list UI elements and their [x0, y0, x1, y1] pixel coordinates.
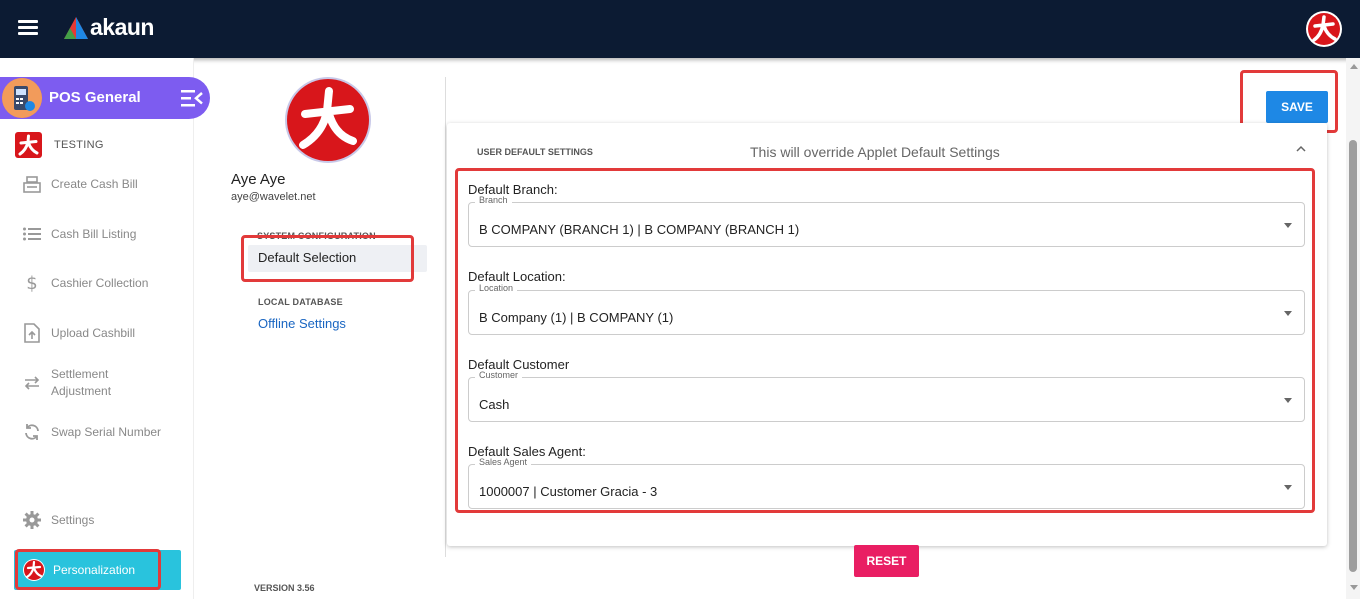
field-legend: Customer	[475, 370, 523, 380]
reset-button[interactable]: RESET	[854, 545, 919, 577]
card-subtitle: This will override Applet Default Settin…	[750, 144, 1000, 160]
card-title: USER DEFAULT SETTINGS	[477, 147, 593, 157]
field-value: 1000007 | Customer Gracia - 3	[479, 484, 658, 499]
user-avatar-icon[interactable]	[1306, 11, 1342, 47]
location-select[interactable]: Location B Company (1) | B COMPANY (1)	[468, 283, 1305, 335]
sidebar-item-label: Cash Bill Listing	[51, 227, 137, 241]
tenant-label: TESTING	[54, 139, 104, 151]
sidebar-item-cashier-collection[interactable]: $ Cashier Collection	[22, 272, 149, 294]
sync-icon	[22, 422, 42, 442]
field-value: B COMPANY (BRANCH 1) | B COMPANY (BRANCH…	[479, 222, 800, 237]
field-legend: Branch	[475, 195, 512, 205]
section-label-system-configuration: SYSTEM CONFIGURATION	[257, 231, 376, 241]
dropdown-arrow-icon	[1284, 398, 1292, 403]
profile-avatar[interactable]	[285, 77, 371, 163]
field-legend: Location	[475, 283, 518, 293]
brand-name: akaun	[90, 14, 154, 40]
scroll-down-icon[interactable]	[1350, 585, 1358, 590]
brand-logo[interactable]: akaun	[64, 14, 154, 41]
sidebar: POS General TESTING Create Cash Bill Cas…	[0, 58, 210, 599]
customer-select[interactable]: Customer Cash	[468, 370, 1305, 422]
sidebar-item-swap-serial-number[interactable]: Swap Serial Number	[22, 422, 161, 442]
user-email: aye@wavelet.net	[231, 191, 316, 203]
pos-terminal-icon	[2, 78, 42, 118]
sidebar-item-label: Settlement Adjustment	[51, 367, 112, 398]
sidebar-item-label: Personalization	[53, 563, 136, 577]
field-legend: Sales Agent	[475, 457, 532, 467]
sidebar-item-label: Settings	[51, 513, 95, 527]
dollar-icon: $	[26, 272, 38, 294]
sidebar-item-settings[interactable]: Settings	[22, 510, 94, 530]
menu-item-offline-settings[interactable]: Offline Settings	[258, 316, 346, 331]
collapse-menu-icon[interactable]	[181, 89, 203, 107]
dropdown-arrow-icon	[1284, 485, 1292, 490]
applet-title: POS General	[49, 89, 141, 106]
save-button[interactable]: SAVE	[1266, 91, 1328, 123]
sidebar-item-label: Cashier Collection	[51, 276, 149, 290]
section-label-local-database: LOCAL DATABASE	[258, 297, 343, 307]
akaun-logo-icon	[64, 16, 88, 39]
field-label-location: Default Location:	[468, 269, 566, 284]
sidebar-item-cash-bill-listing[interactable]: Cash Bill Listing	[22, 224, 136, 244]
menu-icon[interactable]	[18, 20, 38, 36]
field-value: B Company (1) | B COMPANY (1)	[479, 310, 674, 325]
tenant-logo-icon	[15, 132, 42, 158]
user-default-settings-card: USER DEFAULT SETTINGS This will override…	[447, 123, 1327, 546]
cash-register-icon	[22, 174, 42, 194]
sidebar-item-personalization[interactable]: Personalization	[14, 550, 181, 590]
sidebar-item-label: Create Cash Bill	[51, 177, 138, 191]
gear-icon	[22, 510, 42, 530]
dropdown-arrow-icon	[1284, 223, 1292, 228]
sidebar-item-create-cash-bill[interactable]: Create Cash Bill	[22, 174, 138, 194]
sidebar-item-label: Swap Serial Number	[51, 425, 162, 439]
user-name: Aye Aye	[231, 171, 286, 188]
sidebar-item-label: Upload Cashbill	[51, 326, 136, 340]
scroll-up-icon[interactable]	[1350, 64, 1358, 69]
sales-agent-select[interactable]: Sales Agent 1000007 | Customer Gracia - …	[468, 457, 1305, 509]
page-scrollbar[interactable]	[1346, 58, 1360, 599]
upload-file-icon	[22, 323, 42, 343]
list-icon	[22, 224, 42, 244]
version-label: VERSION 3.56	[254, 583, 315, 593]
top-app-bar: akaun	[0, 0, 1360, 58]
swap-arrows-icon	[22, 373, 42, 393]
menu-item-default-selection[interactable]: Default Selection	[248, 245, 427, 272]
dropdown-arrow-icon	[1284, 311, 1292, 316]
tenant-selector[interactable]: TESTING	[15, 132, 104, 158]
sidebar-item-upload-cashbill[interactable]: Upload Cashbill	[22, 323, 135, 343]
field-value: Cash	[479, 397, 510, 412]
personalization-avatar-icon	[23, 559, 45, 581]
applet-header[interactable]: POS General	[0, 77, 210, 119]
branch-select[interactable]: Branch B COMPANY (BRANCH 1) | B COMPANY …	[468, 195, 1305, 247]
sidebar-item-settlement-adjustment[interactable]: Settlement Adjustment	[22, 366, 131, 400]
chevron-up-icon[interactable]	[1295, 143, 1307, 155]
panel-divider	[445, 77, 446, 557]
scroll-thumb[interactable]	[1349, 140, 1357, 572]
